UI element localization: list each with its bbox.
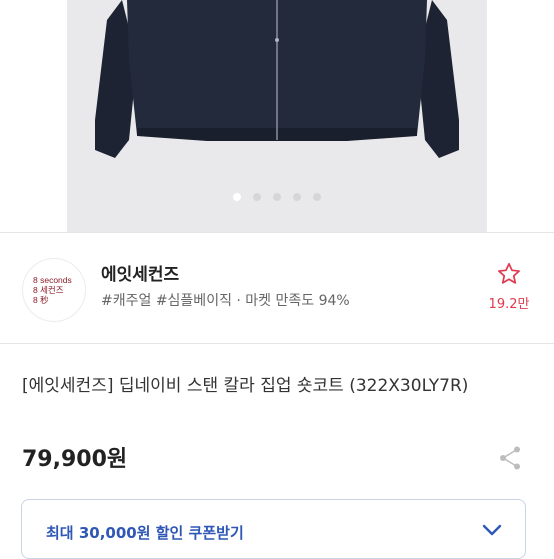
product-image-carousel[interactable] xyxy=(0,0,554,232)
product-title: [에잇세컨즈] 딥네이비 스탠 칼라 집업 숏코트 (322X30LY7R) xyxy=(22,376,469,396)
carousel-dot[interactable] xyxy=(233,193,241,201)
divider xyxy=(0,343,554,344)
favorite-button[interactable]: 19.2만 xyxy=(484,261,534,312)
store-info[interactable]: 8 seconds 8 세컨즈 8 秒 에잇세컨즈 #캐주얼 #심플베이직 · … xyxy=(0,233,554,343)
carousel-dot[interactable] xyxy=(293,193,301,201)
carousel-dot[interactable] xyxy=(253,193,261,201)
coupon-label: 최대 30,000원 할인 쿠폰받기 xyxy=(46,524,244,542)
share-icon[interactable] xyxy=(498,445,522,471)
carousel-dot[interactable] xyxy=(273,193,281,201)
carousel-indicator[interactable] xyxy=(0,193,554,205)
carousel-dot[interactable] xyxy=(313,193,321,201)
store-logo[interactable]: 8 seconds 8 세컨즈 8 秒 xyxy=(22,258,86,322)
share-button[interactable] xyxy=(498,445,522,475)
store-logo-line: 8 세컨즈 xyxy=(33,285,64,295)
store-logo-line: 8 秒 xyxy=(33,295,49,305)
chevron-down-icon xyxy=(482,524,502,536)
product-price: 79,900원 xyxy=(22,447,128,472)
store-tags: #캐주얼 #심플베이직 · 마켓 만족도 94% xyxy=(101,293,350,309)
store-name[interactable]: 에잇세컨즈 xyxy=(101,260,179,285)
favorite-count: 19.2만 xyxy=(488,297,530,312)
store-logo-line: 8 seconds xyxy=(33,275,72,285)
coupon-button[interactable]: 최대 30,000원 할인 쿠폰받기 xyxy=(21,499,526,559)
star-icon[interactable] xyxy=(496,261,522,287)
